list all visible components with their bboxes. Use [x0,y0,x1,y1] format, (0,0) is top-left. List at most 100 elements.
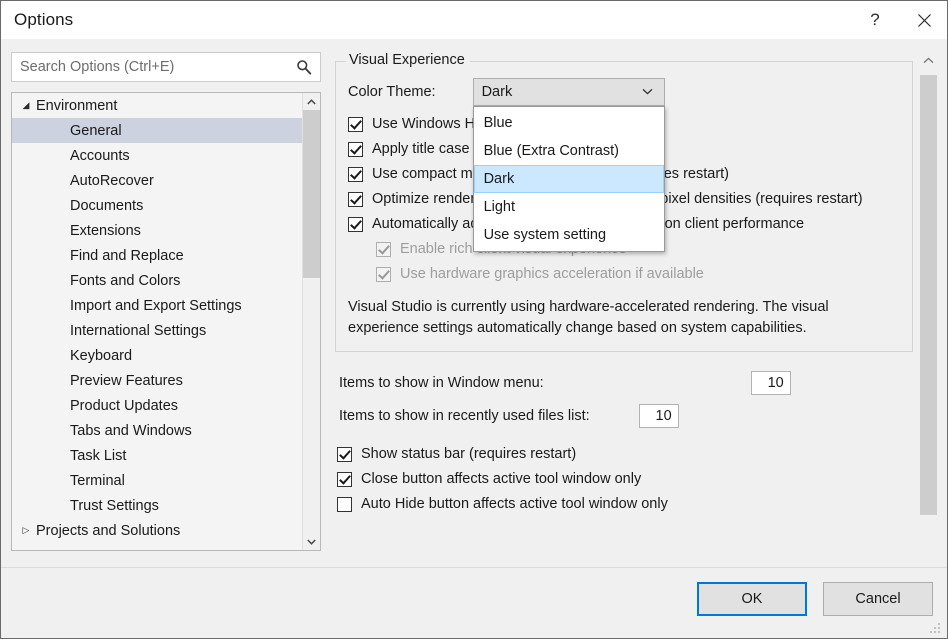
help-button[interactable]: ? [849,1,901,39]
color-theme-option-list[interactable]: BlueBlue (Extra Contrast)DarkLightUse sy… [473,106,665,252]
tree-item-label: Trust Settings [34,498,159,514]
resize-grip-icon[interactable] [930,623,942,635]
checkbox-unchecked-icon [337,497,352,512]
checkbox-checked-icon [348,117,363,132]
color-theme-option-blue-extra-contrast-[interactable]: Blue (Extra Contrast) [474,137,664,165]
color-theme-option-blue[interactable]: Blue [474,109,664,137]
checkbox-checked-icon [337,447,352,462]
bottom-checkbox-2[interactable]: Auto Hide button affects active tool win… [337,494,913,515]
scroll-thumb[interactable] [303,110,320,278]
options-dialog: Options ? [0,0,948,639]
tree-item-label: Extensions [34,223,141,239]
left-pane: ◢Environment General Accounts AutoRecover Do… [11,52,321,551]
right-pane: Visual Experience Color Theme: Dark [335,52,913,542]
checkbox-label: Use hardware graphics acceleration if av… [400,264,704,285]
dialog-title: Options [14,10,73,30]
color-theme-label: Color Theme: [348,84,436,100]
tree-item-international-settings[interactable]: International Settings [12,318,302,343]
spinner-input-0[interactable] [751,371,791,395]
tree-item-terminal[interactable]: Terminal [12,468,302,493]
scroll-track[interactable] [303,110,320,533]
spinner-section: Items to show in Window menu:Items to sh… [335,366,913,432]
tree-item-label: Task List [34,448,126,464]
tree-item-autorecover[interactable]: AutoRecover [12,168,302,193]
checkbox-checked-icon [348,142,363,157]
tree-item-label: International Settings [34,323,206,339]
dialog-footer: OK Cancel [1,567,947,638]
triangle-collapsed-icon[interactable]: ▷ [18,525,34,536]
bottom-checkbox-0[interactable]: Show status bar (requires restart) [337,444,913,465]
tree-item-find-and-replace[interactable]: Find and Replace [12,243,302,268]
bottom-checkbox-section: Show status bar (requires restart) Close … [335,444,913,515]
triangle-expanded-icon[interactable]: ◢ [18,100,34,111]
tree-item-trust-settings[interactable]: Trust Settings [12,493,302,518]
tree-item-general[interactable]: General [12,118,302,143]
page-scrollbar[interactable] [920,52,937,592]
checkbox-checked-icon [376,242,391,257]
page-scroll-thumb[interactable] [920,75,937,515]
tree-item-label: Projects and Solutions [34,523,180,539]
color-theme-dropdown[interactable]: Dark [473,78,665,106]
rendering-info-text: Visual Studio is currently using hardwar… [348,297,888,339]
tree-item-import-and-export-settings[interactable]: Import and Export Settings [12,293,302,318]
group-title: Visual Experience [346,52,470,68]
tree-item-projects-and-solutions[interactable]: ▷Projects and Solutions [12,518,302,543]
tree-item-label: Find and Replace [34,248,184,264]
page-scroll-up-arrow[interactable] [920,52,937,69]
tree-item-product-updates[interactable]: Product Updates [12,393,302,418]
magnifier-icon [296,59,312,75]
tree-item-fonts-and-colors[interactable]: Fonts and Colors [12,268,302,293]
tree-item-task-list[interactable]: Task List [12,443,302,468]
close-x-icon [917,13,932,28]
spinner-label: Items to show in Window menu: [339,375,544,391]
scroll-down-arrow[interactable] [303,533,320,550]
tree-item-label: General [34,123,122,139]
tree-item-label: Keyboard [34,348,132,364]
dialog-body: ◢Environment General Accounts AutoRecover Do… [1,39,947,567]
checkbox-checked-icon [376,267,391,282]
visual-experience-group: Visual Experience Color Theme: Dark [335,61,913,352]
tree-item-environment[interactable]: ◢Environment [12,93,302,118]
color-theme-row: Color Theme: Dark BlueBlue (Extra Contra… [348,78,902,106]
tree-item-label: Import and Export Settings [34,298,242,314]
tree-item-label: Product Updates [34,398,178,414]
checkbox-label: Auto Hide button affects active tool win… [361,494,668,515]
checkbox-checked-icon [337,472,352,487]
cancel-button[interactable]: Cancel [823,582,933,616]
title-bar: Options ? [1,1,947,39]
tree-item-label: Terminal [34,473,125,489]
search-box[interactable] [11,52,321,82]
question-mark-icon: ? [870,10,879,30]
tree-item-label: Documents [34,198,143,214]
checkbox-checked-icon [348,217,363,232]
chevron-down-icon [642,87,656,98]
close-button[interactable] [901,1,947,39]
color-theme-option-use-system-setting[interactable]: Use system setting [474,221,664,249]
page-scroll-track[interactable] [920,69,937,575]
color-theme-option-light[interactable]: Light [474,193,664,221]
tree-item-label: Environment [34,98,117,114]
chevron-up-icon [923,57,934,64]
spinner-input-1[interactable] [639,404,679,428]
tree-item-label: AutoRecover [34,173,154,189]
tree-item-extensions[interactable]: Extensions [12,218,302,243]
ok-button[interactable]: OK [697,582,807,616]
color-theme-option-dark[interactable]: Dark [474,165,664,193]
search-input[interactable] [12,53,320,81]
window-controls: ? [849,1,947,39]
checkbox-checked-icon [348,192,363,207]
tree-item-tabs-and-windows[interactable]: Tabs and Windows [12,418,302,443]
tree-item-preview-features[interactable]: Preview Features [12,368,302,393]
scroll-up-arrow[interactable] [303,93,320,110]
tree-list: ◢Environment General Accounts AutoRecover Do… [12,93,302,550]
visual-experience-checkbox-6: Use hardware graphics acceleration if av… [376,264,902,285]
tree-scrollbar[interactable] [302,93,320,550]
tree-item-keyboard[interactable]: Keyboard [12,343,302,368]
color-theme-combo-wrap: Dark BlueBlue (Extra Contrast)DarkLightU… [473,78,665,106]
tree-item-documents[interactable]: Documents [12,193,302,218]
spinner-row-0: Items to show in Window menu: [339,366,913,399]
chevron-down-icon [307,539,316,545]
bottom-checkbox-1[interactable]: Close button affects active tool window … [337,469,913,490]
tree-item-accounts[interactable]: Accounts [12,143,302,168]
tree-item-label: Tabs and Windows [34,423,192,439]
